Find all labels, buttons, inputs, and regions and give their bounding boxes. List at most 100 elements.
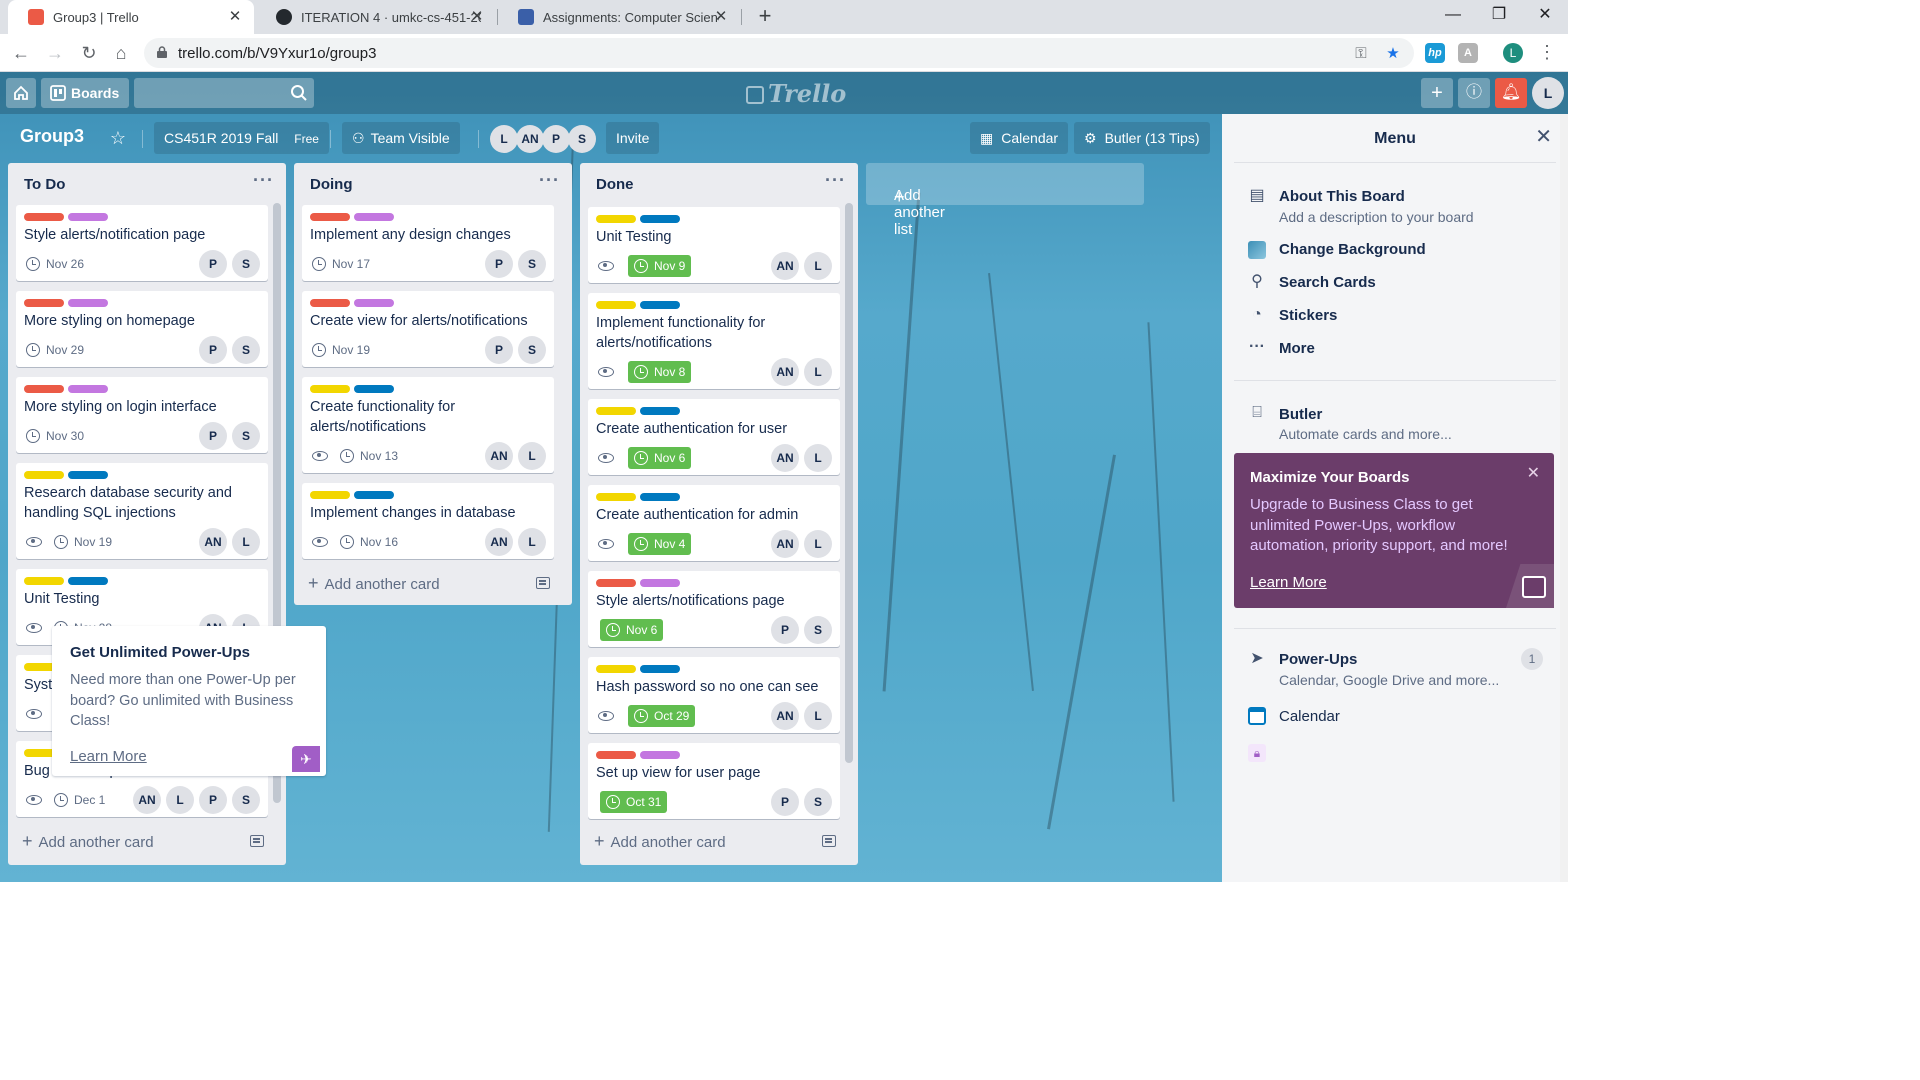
card-label[interactable] — [354, 299, 394, 307]
member-avatar[interactable]: AN — [199, 528, 227, 556]
member-avatar[interactable]: L — [1532, 77, 1564, 109]
list-title[interactable]: Doing — [310, 176, 353, 193]
maximize-icon[interactable]: ❐ — [1476, 0, 1522, 32]
member-avatar[interactable]: L — [804, 358, 832, 386]
member-avatar[interactable]: S — [518, 250, 546, 278]
change-background-item[interactable]: Change Background — [1279, 241, 1426, 258]
due-date-badge[interactable]: Nov 19 — [54, 532, 112, 552]
card-label[interactable] — [24, 299, 64, 307]
member-avatar[interactable]: S — [804, 616, 832, 644]
more-item[interactable]: More — [1279, 340, 1315, 357]
stickers-item[interactable]: Stickers — [1279, 307, 1337, 324]
due-date-badge[interactable]: Dec 1 — [54, 790, 105, 810]
due-date-badge[interactable]: Oct 31 — [600, 791, 668, 813]
card-label[interactable] — [24, 385, 64, 393]
list-menu-icon[interactable]: ··· — [253, 170, 274, 191]
card-label[interactable] — [640, 751, 680, 759]
address-bar[interactable]: trello.com/b/V9Yxur1o/group3 ⚿ ★ — [144, 38, 1414, 68]
card-label[interactable] — [596, 301, 636, 309]
due-date-badge[interactable]: Nov 17 — [312, 254, 370, 274]
member-avatar[interactable]: L — [166, 786, 194, 814]
card-label[interactable] — [596, 665, 636, 673]
due-date-badge[interactable]: Nov 13 — [340, 446, 398, 466]
back-arrow-icon[interactable]: ← — [8, 40, 34, 66]
member-avatar[interactable]: S — [518, 336, 546, 364]
member-avatar[interactable]: P — [199, 336, 227, 364]
member-avatar[interactable]: L — [804, 702, 832, 730]
home-icon[interactable]: ⌂ — [108, 40, 134, 66]
member-avatar[interactable]: AN — [485, 442, 513, 470]
member-avatar[interactable]: L — [518, 442, 546, 470]
board-member-avatar[interactable]: AN — [516, 125, 544, 153]
list-title[interactable]: To Do — [24, 176, 65, 193]
power-ups-item[interactable]: Power-Ups — [1279, 651, 1357, 668]
member-avatar[interactable]: AN — [771, 702, 799, 730]
browser-tab-trello[interactable]: Group3 | Trello ✕ — [8, 0, 254, 34]
card-label[interactable] — [596, 493, 636, 501]
team-button[interactable]: CS451R 2019 Fall Free — [154, 122, 329, 154]
member-avatar[interactable]: AN — [133, 786, 161, 814]
card[interactable]: Style alerts/notifications page Nov 6 PS — [588, 571, 840, 647]
close-icon[interactable]: ✕ — [712, 8, 730, 26]
card-label[interactable] — [24, 471, 64, 479]
search-icon[interactable] — [290, 84, 308, 102]
add-card-button[interactable]: + Add another card — [22, 831, 154, 852]
member-avatar[interactable]: AN — [771, 358, 799, 386]
list-scrollbar[interactable] — [845, 203, 853, 763]
due-date-badge[interactable]: Nov 19 — [312, 340, 370, 360]
card[interactable]: More styling on homepage Nov 29 P S — [16, 291, 268, 367]
close-icon[interactable]: ✕ — [226, 8, 244, 26]
list-menu-icon[interactable]: ··· — [539, 170, 560, 191]
card-label[interactable] — [596, 579, 636, 587]
due-date-badge[interactable]: Nov 16 — [340, 532, 398, 552]
browser-tab-github[interactable]: ITERATION 4 · umkc-cs-451-2019 ✕ — [256, 0, 496, 34]
new-tab-button[interactable]: + — [752, 3, 778, 29]
butler-item[interactable]: Butler — [1279, 406, 1322, 423]
notification-bell-icon[interactable]: 🔔︎ — [1495, 78, 1527, 108]
card-label[interactable] — [68, 213, 108, 221]
browser-tab-canvas[interactable]: Assignments: Computer Science ✕ — [498, 0, 740, 34]
list-menu-icon[interactable]: ··· — [825, 170, 846, 191]
calendar-powerup-item[interactable]: Calendar — [1279, 708, 1340, 725]
close-icon[interactable]: ✕ — [1527, 463, 1540, 483]
member-avatar[interactable]: P — [199, 422, 227, 450]
card-label[interactable] — [24, 577, 64, 585]
card[interactable]: Create authentication for admin Nov 4 AN L — [588, 485, 840, 561]
member-avatar[interactable]: S — [804, 788, 832, 816]
board-member-avatar[interactable]: P — [542, 125, 570, 153]
search-cards-item[interactable]: Search Cards — [1279, 274, 1376, 291]
calendar-button[interactable]: ▦ Calendar — [970, 122, 1069, 154]
member-avatar[interactable]: S — [232, 422, 260, 450]
add-list-button[interactable]: + Add another list — [866, 163, 1144, 238]
bookmark-star-icon[interactable]: ★ — [1384, 45, 1402, 63]
card-template-icon[interactable] — [822, 835, 836, 847]
add-card-button[interactable]: + Add another card — [308, 573, 440, 594]
pdf-extension-icon[interactable]: A — [1458, 43, 1478, 63]
card-label[interactable] — [640, 493, 680, 501]
card[interactable]: Implement changes in database Nov 16 AN L — [302, 483, 554, 559]
member-avatar[interactable]: P — [771, 788, 799, 816]
card-label[interactable] — [68, 385, 108, 393]
member-avatar[interactable]: AN — [771, 444, 799, 472]
header-search-input[interactable] — [134, 78, 314, 108]
minimize-icon[interactable]: — — [1430, 0, 1476, 32]
card-label[interactable] — [310, 491, 350, 499]
member-avatar[interactable]: P — [485, 250, 513, 278]
due-date-badge[interactable]: Nov 30 — [26, 426, 84, 446]
card-label[interactable] — [68, 299, 108, 307]
browser-menu-icon[interactable]: ⋮ — [1538, 41, 1556, 63]
card[interactable]: Set up view for user page Oct 31 P S — [588, 743, 840, 819]
member-avatar[interactable]: L — [232, 528, 260, 556]
boards-button[interactable]: Boards — [41, 78, 129, 108]
member-avatar[interactable]: P — [199, 250, 227, 278]
create-plus-icon[interactable]: + — [1421, 78, 1453, 108]
member-avatar[interactable]: L — [804, 252, 832, 280]
card-label[interactable] — [640, 301, 680, 309]
member-avatar[interactable]: P — [199, 786, 227, 814]
card-label[interactable] — [354, 491, 394, 499]
member-avatar[interactable]: L — [518, 528, 546, 556]
card-label[interactable] — [640, 579, 680, 587]
member-avatar[interactable]: L — [804, 444, 832, 472]
star-icon[interactable]: ☆ — [104, 122, 132, 154]
card-label[interactable] — [354, 213, 394, 221]
